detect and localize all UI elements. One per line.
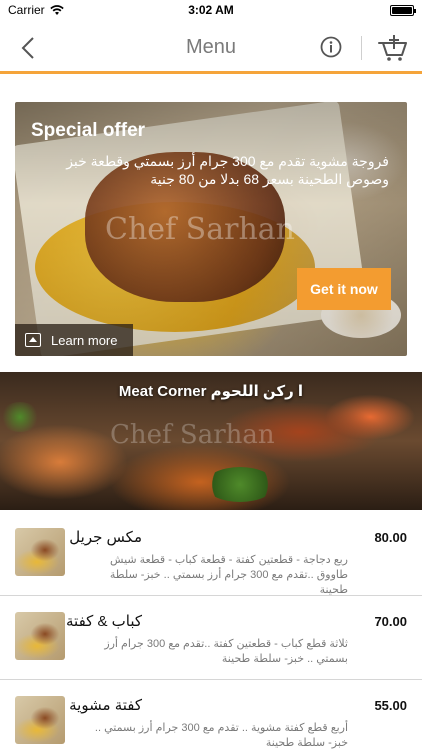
- learn-more-button[interactable]: Learn more: [15, 324, 133, 356]
- info-icon: [320, 36, 342, 58]
- item-thumbnail: [15, 528, 65, 576]
- menu-item[interactable]: كفتة مشوية أربع قطع كفتة مشوية .. تقدم م…: [0, 680, 422, 750]
- offer-description: فروجة مشوية تقدم مع 300 جرام أرز بسمتي و…: [66, 153, 389, 187]
- offer-title: Special offer: [31, 120, 146, 141]
- category-title: Meat Corner ا ركن اللحوم: [118, 383, 304, 400]
- item-description: ربع دجاجة - قطعتين كفتة - قطعة كباب - قط…: [109, 554, 348, 596]
- item-name: كفتة مشوية: [69, 697, 142, 714]
- category-watermark: Chef Sarhan: [110, 420, 275, 450]
- learn-more-label: Learn more: [51, 332, 118, 348]
- item-thumbnail: [15, 696, 65, 744]
- cart-button[interactable]: [378, 34, 408, 62]
- menu-item[interactable]: كباب & كفتة ثلاثة قطع كباب - قطعتين كفتة…: [0, 596, 422, 680]
- menu-item[interactable]: مكس جريل ربع دجاجة - قطعتين كفتة - قطعة …: [0, 512, 422, 596]
- item-name: كباب & كفتة: [66, 613, 142, 630]
- item-price: 70.00: [374, 614, 407, 629]
- cart-add-icon: [378, 35, 407, 61]
- page-title: Menu: [185, 36, 237, 58]
- item-price: 55.00: [374, 698, 407, 713]
- status-time: 3:02 AM: [188, 3, 234, 17]
- battery-icon: [390, 5, 416, 16]
- item-description: ثلاثة قطع كباب - قطعتين كفتة ..تقدم مع 3…: [104, 638, 348, 665]
- expand-up-icon: [25, 333, 41, 347]
- info-button[interactable]: [320, 36, 342, 58]
- category-meat-corner[interactable]: Chef Sarhan Meat Corner ا ركن اللحوم: [0, 372, 422, 510]
- item-price: 80.00: [374, 530, 407, 545]
- get-it-now-button[interactable]: Get it now: [297, 268, 391, 310]
- item-name: مكس جريل: [69, 529, 142, 546]
- menu-list: مكس جريل ربع دجاجة - قطعتين كفتة - قطعة …: [0, 512, 422, 750]
- garnish-image-left: [0, 402, 40, 432]
- offer-watermark: Chef Sarhan: [105, 212, 295, 247]
- status-bar: Carrier 3:02 AM: [0, 0, 422, 22]
- special-offer-banner[interactable]: Chef Sarhan Special offer فروجة مشوية تق…: [15, 102, 407, 356]
- item-thumbnail: [15, 612, 65, 660]
- item-description: أربع قطع كفتة مشوية .. تقدم مع 300 جرام …: [94, 722, 348, 749]
- nav-divider: [361, 36, 362, 60]
- nav-bar: Menu: [0, 22, 422, 74]
- garnish-image: [205, 467, 275, 502]
